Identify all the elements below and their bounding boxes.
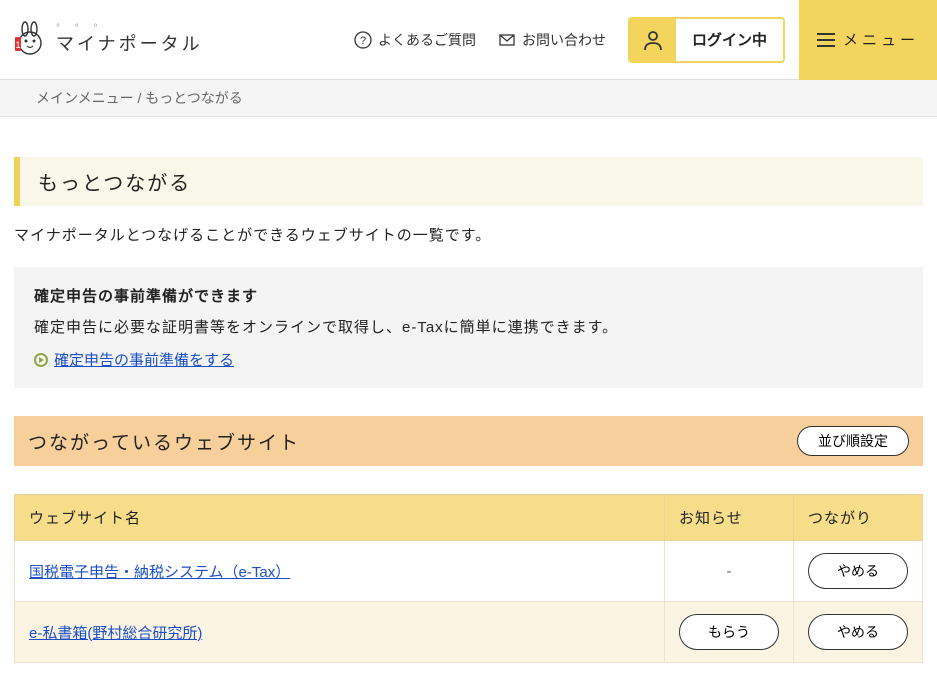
section-title: つながっているウェブサイト [28, 428, 300, 455]
no-action: - [727, 563, 732, 580]
site-link[interactable]: 国税電子申告・納税システム（e-Tax） [29, 564, 290, 581]
login-status-text: ログイン中 [676, 29, 783, 50]
menu-button[interactable]: メニュー [799, 0, 937, 80]
notice-link-row: 確定申告の事前準備をする [34, 349, 903, 370]
disconnect-button[interactable]: やめる [808, 553, 908, 589]
disconnect-button[interactable]: やめる [808, 614, 908, 650]
th-connect: つながり [794, 495, 923, 541]
breadcrumb-sep: / [134, 90, 146, 106]
breadcrumb-root[interactable]: メインメニュー [36, 90, 134, 106]
site-link[interactable]: e-私書箱(野村総合研究所) [29, 625, 202, 642]
site-name: マイナポータル [56, 30, 203, 56]
hamburger-icon [817, 33, 835, 47]
faq-label: よくあるご質問 [378, 30, 476, 50]
login-status-badge[interactable]: ログイン中 [628, 17, 785, 63]
site-header: 1 ° ° ° マイナポータル ? よくあるご質問 お問い合わせ ログイン中 [0, 0, 937, 80]
header-nav: ? よくあるご質問 お問い合わせ ログイン中 [354, 17, 799, 63]
intro-text: マイナポータルとつなげることができるウェブサイトの一覧です。 [14, 224, 923, 245]
page-title-bar: もっとつながる [14, 157, 923, 206]
faq-link[interactable]: ? よくあるご質問 [354, 30, 476, 50]
notice-desc: 確定申告に必要な証明書等をオンラインで取得し、e-Taxに簡単に連携できます。 [34, 316, 903, 337]
question-icon: ? [354, 31, 372, 49]
table-row: 国税電子申告・納税システム（e-Tax） - やめる [15, 541, 923, 602]
notice-box: 確定申告の事前準備ができます 確定申告に必要な証明書等をオンラインで取得し、e-… [14, 267, 923, 388]
receive-button[interactable]: もらう [679, 614, 779, 650]
table-row: e-私書箱(野村総合研究所) もらう やめる [15, 602, 923, 663]
user-icon [630, 19, 676, 61]
notice-link[interactable]: 確定申告の事前準備をする [54, 349, 234, 370]
mail-icon [498, 31, 516, 49]
notice-title: 確定申告の事前準備ができます [34, 285, 903, 306]
th-notice: お知らせ [665, 495, 794, 541]
breadcrumb-current: もっとつながる [145, 90, 242, 106]
header-logo-area[interactable]: 1 ° ° ° マイナポータル [0, 21, 354, 59]
connected-sites-table: ウェブサイト名 お知らせ つながり 国税電子申告・納税システム（e-Tax） -… [14, 494, 923, 663]
section-bar: つながっているウェブサイト 並び順設定 [14, 416, 923, 466]
svg-text:?: ? [360, 35, 366, 47]
contact-link[interactable]: お問い合わせ [498, 30, 606, 50]
mascot-icon: 1 [14, 21, 46, 59]
contact-label: お問い合わせ [522, 30, 606, 50]
menu-label: メニュー [843, 29, 919, 50]
page-title: もっとつながる [38, 167, 905, 196]
th-website: ウェブサイト名 [15, 495, 665, 541]
main-content: もっとつながる マイナポータルとつなげることができるウェブサイトの一覧です。 確… [0, 117, 937, 693]
breadcrumb: メインメニュー / もっとつながる [0, 80, 937, 117]
arrow-bullet-icon [34, 353, 48, 367]
svg-text:1: 1 [15, 40, 20, 50]
sort-order-button[interactable]: 並び順設定 [797, 426, 909, 456]
